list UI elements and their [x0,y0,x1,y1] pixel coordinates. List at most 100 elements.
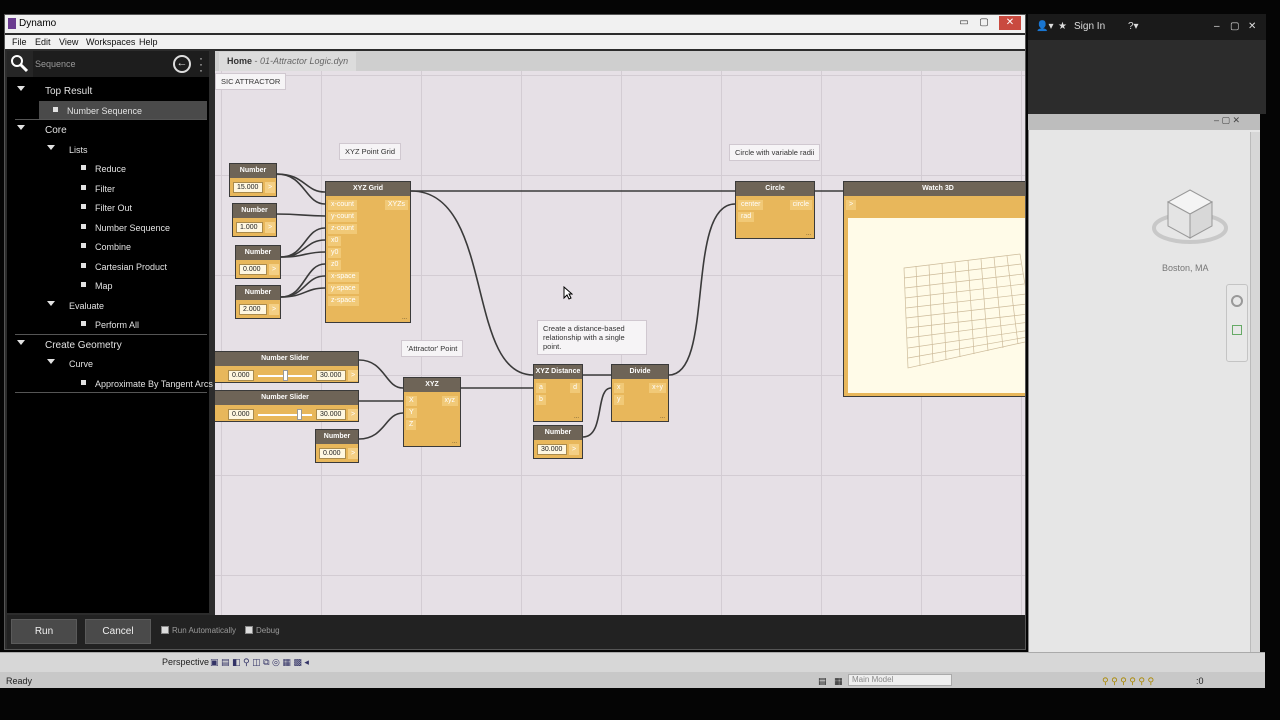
run-automatically-checkbox[interactable]: Run Automatically [161,626,236,635]
host-close-button[interactable]: ✕ [1248,21,1256,32]
close-button[interactable]: ✕ [999,16,1021,30]
maximize-button[interactable]: ▢ [975,16,993,30]
help-icon[interactable]: ?▾ [1128,21,1139,32]
input-port-y0[interactable]: y0 [328,248,342,258]
expand-arrow-icon[interactable] [47,145,55,150]
design-options-icon[interactable]: ▦ [834,676,843,687]
slider-max-input[interactable]: 30.000 [316,409,346,420]
workspace-canvas[interactable]: Home - 01-Attractor Logic.dyn SIC ATTRAC… [215,51,1025,615]
search-button[interactable] [7,51,33,77]
slider-min-input[interactable]: 0.000 [228,409,254,420]
note-distance[interactable]: Create a distance-based relationship wit… [537,320,647,355]
number-node-1[interactable]: Number 15.000 > [229,163,277,197]
input-port-z-space[interactable]: z-space [328,296,359,306]
input-port-y-space[interactable]: y-space [328,284,359,294]
expand-arrow-icon[interactable] [17,340,25,345]
xyz-grid-node[interactable]: XYZ Grid x-count y-count z-count x0 y0 z… [325,181,411,323]
run-button[interactable]: Run [11,619,77,644]
number-slider-node-2[interactable]: Number Slider 0.000 30.000 > [215,390,359,422]
note-circle[interactable]: Circle with variable radii [729,144,821,161]
library-tree-category[interactable]: Core [7,120,207,139]
slider-track[interactable] [258,414,312,416]
expand-arrow-icon[interactable] [47,301,55,306]
viewcube-icon[interactable] [1150,180,1230,260]
output-arrow-icon[interactable]: > [348,370,358,381]
number-input[interactable]: 15.000 [233,182,263,193]
model-select[interactable]: Main Model [848,674,952,686]
library-tree-item[interactable]: Perform All [7,315,207,334]
more-options-icon[interactable]: · · · [199,52,205,76]
output-port-d[interactable]: d [570,383,580,393]
view-control-icons[interactable]: ▣ ▤ ◧ ⚲ ◫ ⧉ ◎ ▦ ▩ ◂ [210,657,309,668]
library-tree-item[interactable]: Combine [7,237,207,256]
menu-edit[interactable]: Edit [35,37,51,47]
output-arrow-icon[interactable]: > [269,304,279,315]
input-port-x[interactable]: X [406,396,417,406]
slider-thumb[interactable] [283,370,288,381]
selection-filter-icons[interactable]: ⚲ ⚲ ⚲ ⚲ ⚲ ⚲ [1102,676,1154,687]
library-tree-item[interactable]: Number Sequence [39,101,207,120]
menu-file[interactable]: File [12,37,27,47]
xyz-distance-node[interactable]: XYZ Distance a b d ... [533,364,583,422]
menu-help[interactable]: Help [139,37,158,47]
number-input[interactable]: 0.000 [319,448,346,459]
debug-checkbox[interactable]: Debug [245,626,280,635]
divide-node[interactable]: Divide x y x÷y ... [611,364,669,422]
navigation-bar[interactable] [1226,284,1248,362]
number-node-2[interactable]: Number 1.000 > [232,203,277,237]
expand-arrow-icon[interactable] [47,359,55,364]
host-maximize-button[interactable]: ▢ [1230,21,1239,32]
cancel-button[interactable]: Cancel [85,619,151,644]
input-port-a[interactable]: a [536,383,546,393]
input-port-x[interactable]: x [614,383,624,393]
library-tree-category[interactable]: Top Result [7,81,207,100]
group-title-note[interactable]: SIC ATTRACTOR [215,73,287,90]
checkbox-box[interactable] [245,626,253,634]
slider-max-input[interactable]: 30.000 [316,370,346,381]
note-xyz-grid[interactable]: XYZ Point Grid [339,143,402,160]
output-arrow-icon[interactable]: > [269,264,279,275]
menu-workspaces[interactable]: Workspaces [86,37,135,47]
output-port-xyz[interactable]: xyz [441,396,458,406]
library-tree-group[interactable]: Lists [7,140,207,159]
input-port-x-space[interactable]: x-space [328,272,359,282]
library-tree-group[interactable]: Evaluate [7,296,207,315]
xyz-node[interactable]: XYZ X Y Z xyz ... [403,377,461,447]
input-port[interactable]: > [846,200,857,210]
number-input[interactable]: 2.000 [239,304,267,315]
slider-min-input[interactable]: 0.000 [228,370,254,381]
checkbox-box[interactable] [161,626,169,634]
expand-arrow-icon[interactable] [17,86,25,91]
steering-wheel-icon[interactable] [1231,295,1243,307]
number-node-6[interactable]: Number 30.000 > [533,425,583,459]
input-port-z-count[interactable]: z-count [328,224,357,234]
slider-thumb[interactable] [297,409,302,420]
host-user-icon[interactable]: 👤▾ [1036,21,1053,32]
output-port-xyzs[interactable]: XYZs [384,200,408,210]
output-arrow-icon[interactable]: > [265,182,275,193]
circle-node[interactable]: Circle center rad circle ... [735,181,815,239]
watch-3d-viewport[interactable] [848,218,1025,393]
number-input[interactable]: 1.000 [236,222,263,233]
zoom-icon[interactable] [1232,325,1242,335]
menu-view[interactable]: View [59,37,78,47]
input-port-z[interactable]: Z [406,420,417,430]
number-input[interactable]: 0.000 [239,264,267,275]
back-arrow-icon[interactable]: ← [173,55,191,73]
input-port-y[interactable]: y [614,395,624,405]
library-search-input[interactable] [35,56,167,72]
library-tree-item[interactable]: Map [7,276,207,295]
watch-3d-node[interactable]: Watch 3D > [843,181,1025,397]
output-port-quotient[interactable]: x÷y [649,383,666,393]
input-port-y[interactable]: Y [406,408,417,418]
output-arrow-icon[interactable]: > [348,448,358,459]
library-tree-item[interactable]: Cartesian Product [7,257,207,276]
library-tree-item[interactable]: Reduce [7,159,207,178]
input-port-b[interactable]: b [536,395,546,405]
number-node-4[interactable]: Number 2.000 > [235,285,281,319]
library-tree-category[interactable]: Create Geometry [7,335,207,354]
input-port-y-count[interactable]: y-count [328,212,357,222]
host-minimize-button[interactable]: – [1214,21,1220,32]
view-window-controls[interactable]: – ▢ ✕ [1214,115,1240,126]
input-port-x-count[interactable]: x-count [328,200,357,210]
